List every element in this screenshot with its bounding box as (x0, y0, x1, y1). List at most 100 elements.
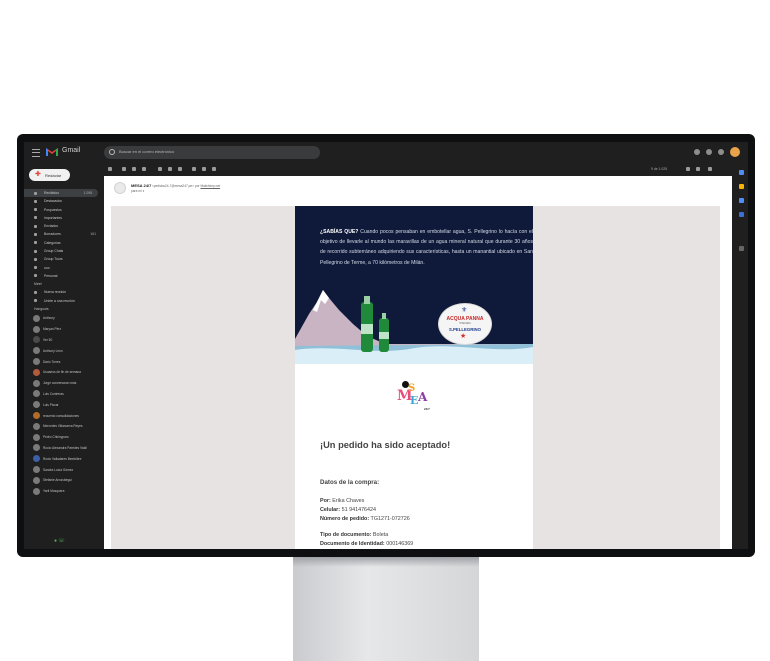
compose-label: Redactar (45, 173, 62, 178)
apps-grid-icon[interactable] (718, 149, 724, 155)
field-label: Número de pedido: (320, 516, 370, 522)
compose-button[interactable]: ✚ Redactar (29, 169, 70, 181)
sidebar-item-categories[interactable]: Categorías (24, 239, 102, 247)
logo-letter-s: S (408, 383, 416, 394)
hangouts-status-icon[interactable]: ● ☏ (54, 538, 65, 544)
help-icon[interactable] (694, 149, 700, 155)
sidebar-item-starred[interactable]: Destacados (24, 197, 102, 205)
sidebar-item-sent[interactable]: Enviados (24, 222, 102, 230)
back-arrow-icon[interactable] (108, 167, 112, 171)
hangouts-contact[interactable]: Stefanie Arrunátegui (24, 475, 102, 486)
sidebar-item-label: Pospuestos (44, 207, 62, 212)
contact-name: Luis Contreras (43, 391, 64, 396)
avatar (33, 358, 40, 366)
monitor-stand (293, 557, 479, 661)
banner-lead: ¿SABÍAS QUE? (320, 229, 359, 235)
archive-icon[interactable] (122, 167, 126, 171)
sidebar-item-personal[interactable]: Personal (24, 272, 102, 280)
keep-icon[interactable] (739, 184, 744, 189)
chevron-down-icon[interactable]: ▾ (143, 189, 145, 193)
account-avatar[interactable] (730, 147, 740, 157)
sidebar-item-inbox[interactable]: Recibidos 1.098 (24, 189, 98, 198)
hangouts-contact[interactable]: Luis Contreras (24, 388, 102, 399)
sidebar-item-snoozed[interactable]: Pospuestos (24, 206, 102, 214)
sender-address: <pedidos24-7@mesa247.pe> por (152, 183, 200, 188)
hangouts-contact[interactable]: Pedro Chirinyparo (24, 432, 102, 443)
sender-avatar (114, 182, 126, 194)
hangouts-contact[interactable]: Sandra Lucía Gómez (24, 464, 102, 475)
hangouts-contact[interactable]: Jorge conversaron más (24, 378, 102, 389)
calendar-icon[interactable] (739, 170, 744, 175)
add-addon-icon[interactable] (739, 246, 744, 251)
message-pane: MESA 24/7 <pedidos24-7@mesa247.pe> por M… (104, 176, 732, 549)
field-value: 51 941476424 (341, 507, 377, 513)
main-menu-icon[interactable] (32, 149, 40, 157)
field-label: Tipo de documento: (320, 532, 372, 538)
hangouts-contact[interactable]: Ver 50 (24, 334, 102, 345)
hangouts-contact[interactable]: Mercedes Villanueva Reyes (24, 421, 102, 432)
sidebar-item-ooo[interactable]: ooo (24, 264, 102, 272)
hangouts-contact[interactable]: Rocío Alexandra Paredes Valdi (24, 442, 102, 453)
sidebar-item-important[interactable]: Importantes (24, 214, 102, 222)
avatar (33, 444, 40, 452)
hangouts-contact[interactable]: Usuarios de fin de semana (24, 367, 102, 378)
label-icon[interactable] (202, 167, 206, 171)
contact-name: Anthony (43, 316, 55, 321)
mark-unread-icon[interactable] (158, 167, 162, 171)
sidebar-item-join-meeting[interactable]: Unirte a una reunión (24, 297, 102, 305)
send-icon (34, 224, 37, 228)
search-bar[interactable]: Buscar en el correo electrónico (104, 146, 320, 159)
avatar (33, 401, 40, 409)
panna-subtitle: TOSCANA (459, 322, 471, 325)
report-spam-icon[interactable] (132, 167, 136, 171)
move-to-icon[interactable] (192, 167, 196, 171)
sender-via-link[interactable]: Mailchimp.net (200, 184, 220, 188)
contact-name: Pedro Chirinyparo (43, 435, 69, 440)
hangouts-contact[interactable]: Anthony (24, 313, 102, 324)
sidebar-item-group-chats[interactable]: Group Chats (24, 247, 102, 255)
hangouts-contact[interactable]: Luis Piccar (24, 399, 102, 410)
more-options-icon[interactable] (212, 167, 216, 171)
hangouts-contact[interactable]: Maryan Pérz (24, 324, 102, 335)
hangouts-contact[interactable]: Yarit Mosquera (24, 486, 102, 497)
star-icon (34, 199, 37, 203)
hangouts-contact[interactable]: Rocio Valladares Bembibre (24, 453, 102, 464)
sidebar: ✚ Redactar Recibidos 1.098 Destacados Pos… (24, 164, 102, 549)
contact-name: Stefanie Arrunátegui (43, 478, 72, 483)
tasks-icon[interactable] (739, 198, 744, 203)
field-label: Celular: (320, 507, 341, 513)
field-document-type: Tipo de documento: Boleta (320, 532, 388, 538)
settings-icon[interactable] (706, 149, 712, 155)
hangouts-contact[interactable]: recuento consolidaciones (24, 410, 102, 421)
contact-name: Dario Torres (43, 359, 61, 364)
search-icon[interactable] (109, 149, 115, 155)
avatar (33, 455, 40, 463)
hangouts-contact[interactable]: Anthony Leon (24, 345, 102, 356)
older-icon[interactable] (696, 167, 700, 171)
avatar (33, 325, 40, 333)
recipient-line[interactable]: para mí ▾ (131, 189, 144, 193)
sidebar-item-new-meeting[interactable]: Nueva reunión (24, 288, 102, 296)
label-icon (34, 274, 37, 278)
clock-icon (34, 208, 37, 212)
contact-name: Luis Piccar (43, 402, 59, 407)
plus-icon: ✚ (35, 171, 41, 178)
contact-name: recuento consolidaciones (43, 413, 79, 418)
input-tools-icon[interactable] (708, 167, 712, 171)
sidebar-item-label: Importantes (44, 215, 62, 220)
label-icon (34, 266, 37, 270)
sender-email: <pedidos24-7@mesa247.pe> por Mailchimp.n… (152, 184, 220, 188)
delete-icon[interactable] (142, 167, 146, 171)
gmail-logo-icon[interactable] (46, 147, 58, 156)
contact-name: Yarit Mosquera (43, 489, 65, 494)
newer-icon[interactable] (686, 167, 690, 171)
hangouts-contact[interactable]: Dario Torres (24, 356, 102, 367)
add-task-icon[interactable] (178, 167, 182, 171)
search-input[interactable]: Buscar en el correo electrónico (119, 149, 174, 154)
contacts-icon[interactable] (739, 212, 744, 217)
sidebar-item-group-tours[interactable]: Group Tours (24, 255, 102, 263)
sidebar-item-label: Categorías (44, 240, 61, 245)
snooze-icon[interactable] (168, 167, 172, 171)
field-phone: Celular: 51 941476424 (320, 507, 376, 513)
sidebar-item-drafts[interactable]: Borradores 161 (24, 230, 102, 238)
